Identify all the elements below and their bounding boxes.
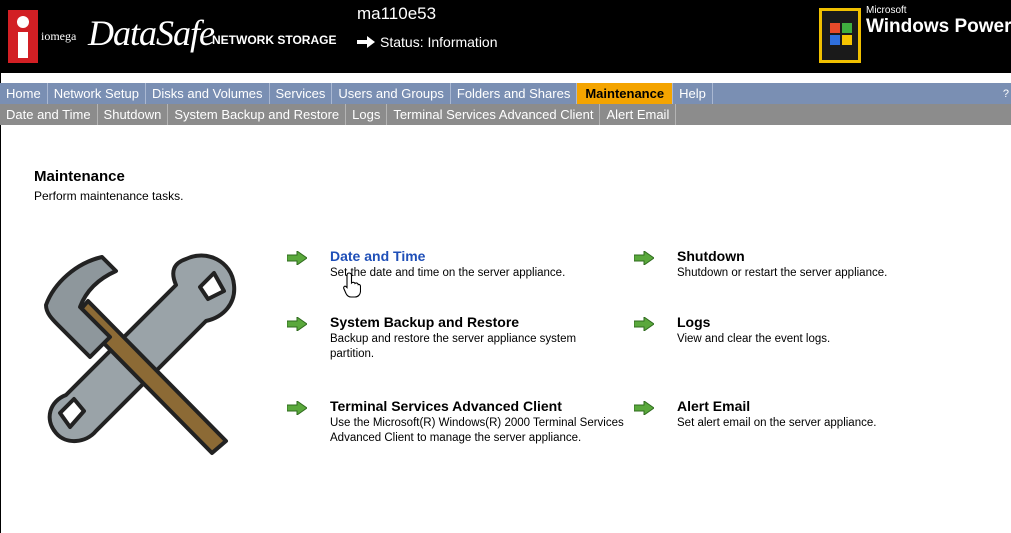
brand-network-storage: NETWORK STORAGE (212, 33, 337, 47)
task-title[interactable]: System Backup and Restore (330, 314, 519, 330)
page-title: Maintenance (34, 168, 125, 185)
subtab-shutdown[interactable]: Shutdown (98, 104, 169, 125)
task-description: Use the Microsoft(R) Windows(R) 2000 Ter… (330, 416, 624, 446)
go-arrow-icon (634, 401, 654, 415)
task-system-backup[interactable]: System Backup and Restore Backup and res… (287, 314, 607, 374)
task-description: View and clear the event logs. (677, 333, 831, 345)
subtab-alert-email[interactable]: Alert Email (600, 104, 677, 125)
tab-folders-and-shares[interactable]: Folders and Shares (451, 83, 578, 104)
hammer-wrench-icon (44, 253, 237, 455)
windows-logo-icon (819, 8, 861, 63)
task-description: Backup and restore the server appliance … (330, 332, 576, 362)
tab-help[interactable]: Help (673, 83, 713, 104)
task-logs[interactable]: Logs View and clear the event logs. (634, 314, 964, 354)
tab-users-and-groups[interactable]: Users and Groups (332, 83, 451, 104)
hand-cursor-icon (343, 272, 361, 298)
task-shutdown[interactable]: Shutdown Shutdown or restart the server … (634, 248, 964, 288)
go-arrow-icon (634, 317, 654, 331)
subtab-date-and-time[interactable]: Date and Time (0, 104, 98, 125)
task-description: Set alert email on the server appliance. (677, 417, 877, 429)
help-question-mark[interactable]: ? (1003, 88, 1009, 100)
microsoft-label: Microsoft (866, 5, 907, 16)
primary-nav: Home Network Setup Disks and Volumes Ser… (0, 83, 1011, 104)
task-title[interactable]: Alert Email (677, 398, 750, 414)
task-description-line: partition. (330, 348, 375, 360)
subtab-system-backup[interactable]: System Backup and Restore (168, 104, 347, 125)
task-terminal-services[interactable]: Terminal Services Advanced Client Use th… (287, 398, 627, 458)
tab-disks-and-volumes[interactable]: Disks and Volumes (146, 83, 270, 104)
task-description-line: Use the Microsoft(R) Windows(R) 2000 Ter… (330, 417, 624, 429)
task-description-line: Advanced Client to manage the server app… (330, 432, 582, 444)
task-title[interactable]: Terminal Services Advanced Client (330, 398, 562, 414)
task-alert-email[interactable]: Alert Email Set alert email on the serve… (634, 398, 964, 438)
go-arrow-icon (634, 251, 654, 265)
app-header: iomega DataSafe NETWORK STORAGE ma110e53… (0, 0, 1011, 73)
task-description-line: Backup and restore the server appliance … (330, 333, 577, 345)
iomega-logo-icon (8, 10, 38, 63)
subtab-terminal-services[interactable]: Terminal Services Advanced Client (387, 104, 601, 125)
brand-datasafe: DataSafe (88, 13, 215, 53)
tab-network-setup[interactable]: Network Setup (48, 83, 146, 104)
task-description: Set the date and time on the server appl… (330, 267, 566, 279)
task-title[interactable]: Logs (677, 314, 710, 330)
task-date-and-time[interactable]: Date and Time Set the date and time on t… (287, 248, 607, 288)
arrow-right-icon (357, 36, 375, 48)
windows-powered-label: Windows Powered (866, 16, 1011, 37)
subtab-logs[interactable]: Logs (346, 104, 388, 125)
secondary-nav: Date and Time Shutdown System Backup and… (0, 104, 1011, 125)
go-arrow-icon (287, 401, 307, 415)
status-link[interactable]: Status: Information (357, 34, 498, 50)
status-text: Status: Information (380, 34, 498, 50)
go-arrow-icon (287, 317, 307, 331)
page-description: Perform maintenance tasks. (34, 189, 184, 203)
go-arrow-icon (287, 251, 307, 265)
brand-iomega: iomega (41, 29, 77, 43)
task-title[interactable]: Date and Time (330, 248, 425, 264)
tab-maintenance[interactable]: Maintenance (577, 83, 674, 104)
tab-services[interactable]: Services (270, 83, 333, 104)
task-title[interactable]: Shutdown (677, 248, 745, 264)
server-name: ma110e53 (357, 4, 437, 23)
windows-powered-badge: Microsoft Windows Powered (866, 6, 1011, 38)
task-description: Shutdown or restart the server appliance… (677, 267, 888, 279)
tab-home[interactable]: Home (0, 83, 48, 104)
